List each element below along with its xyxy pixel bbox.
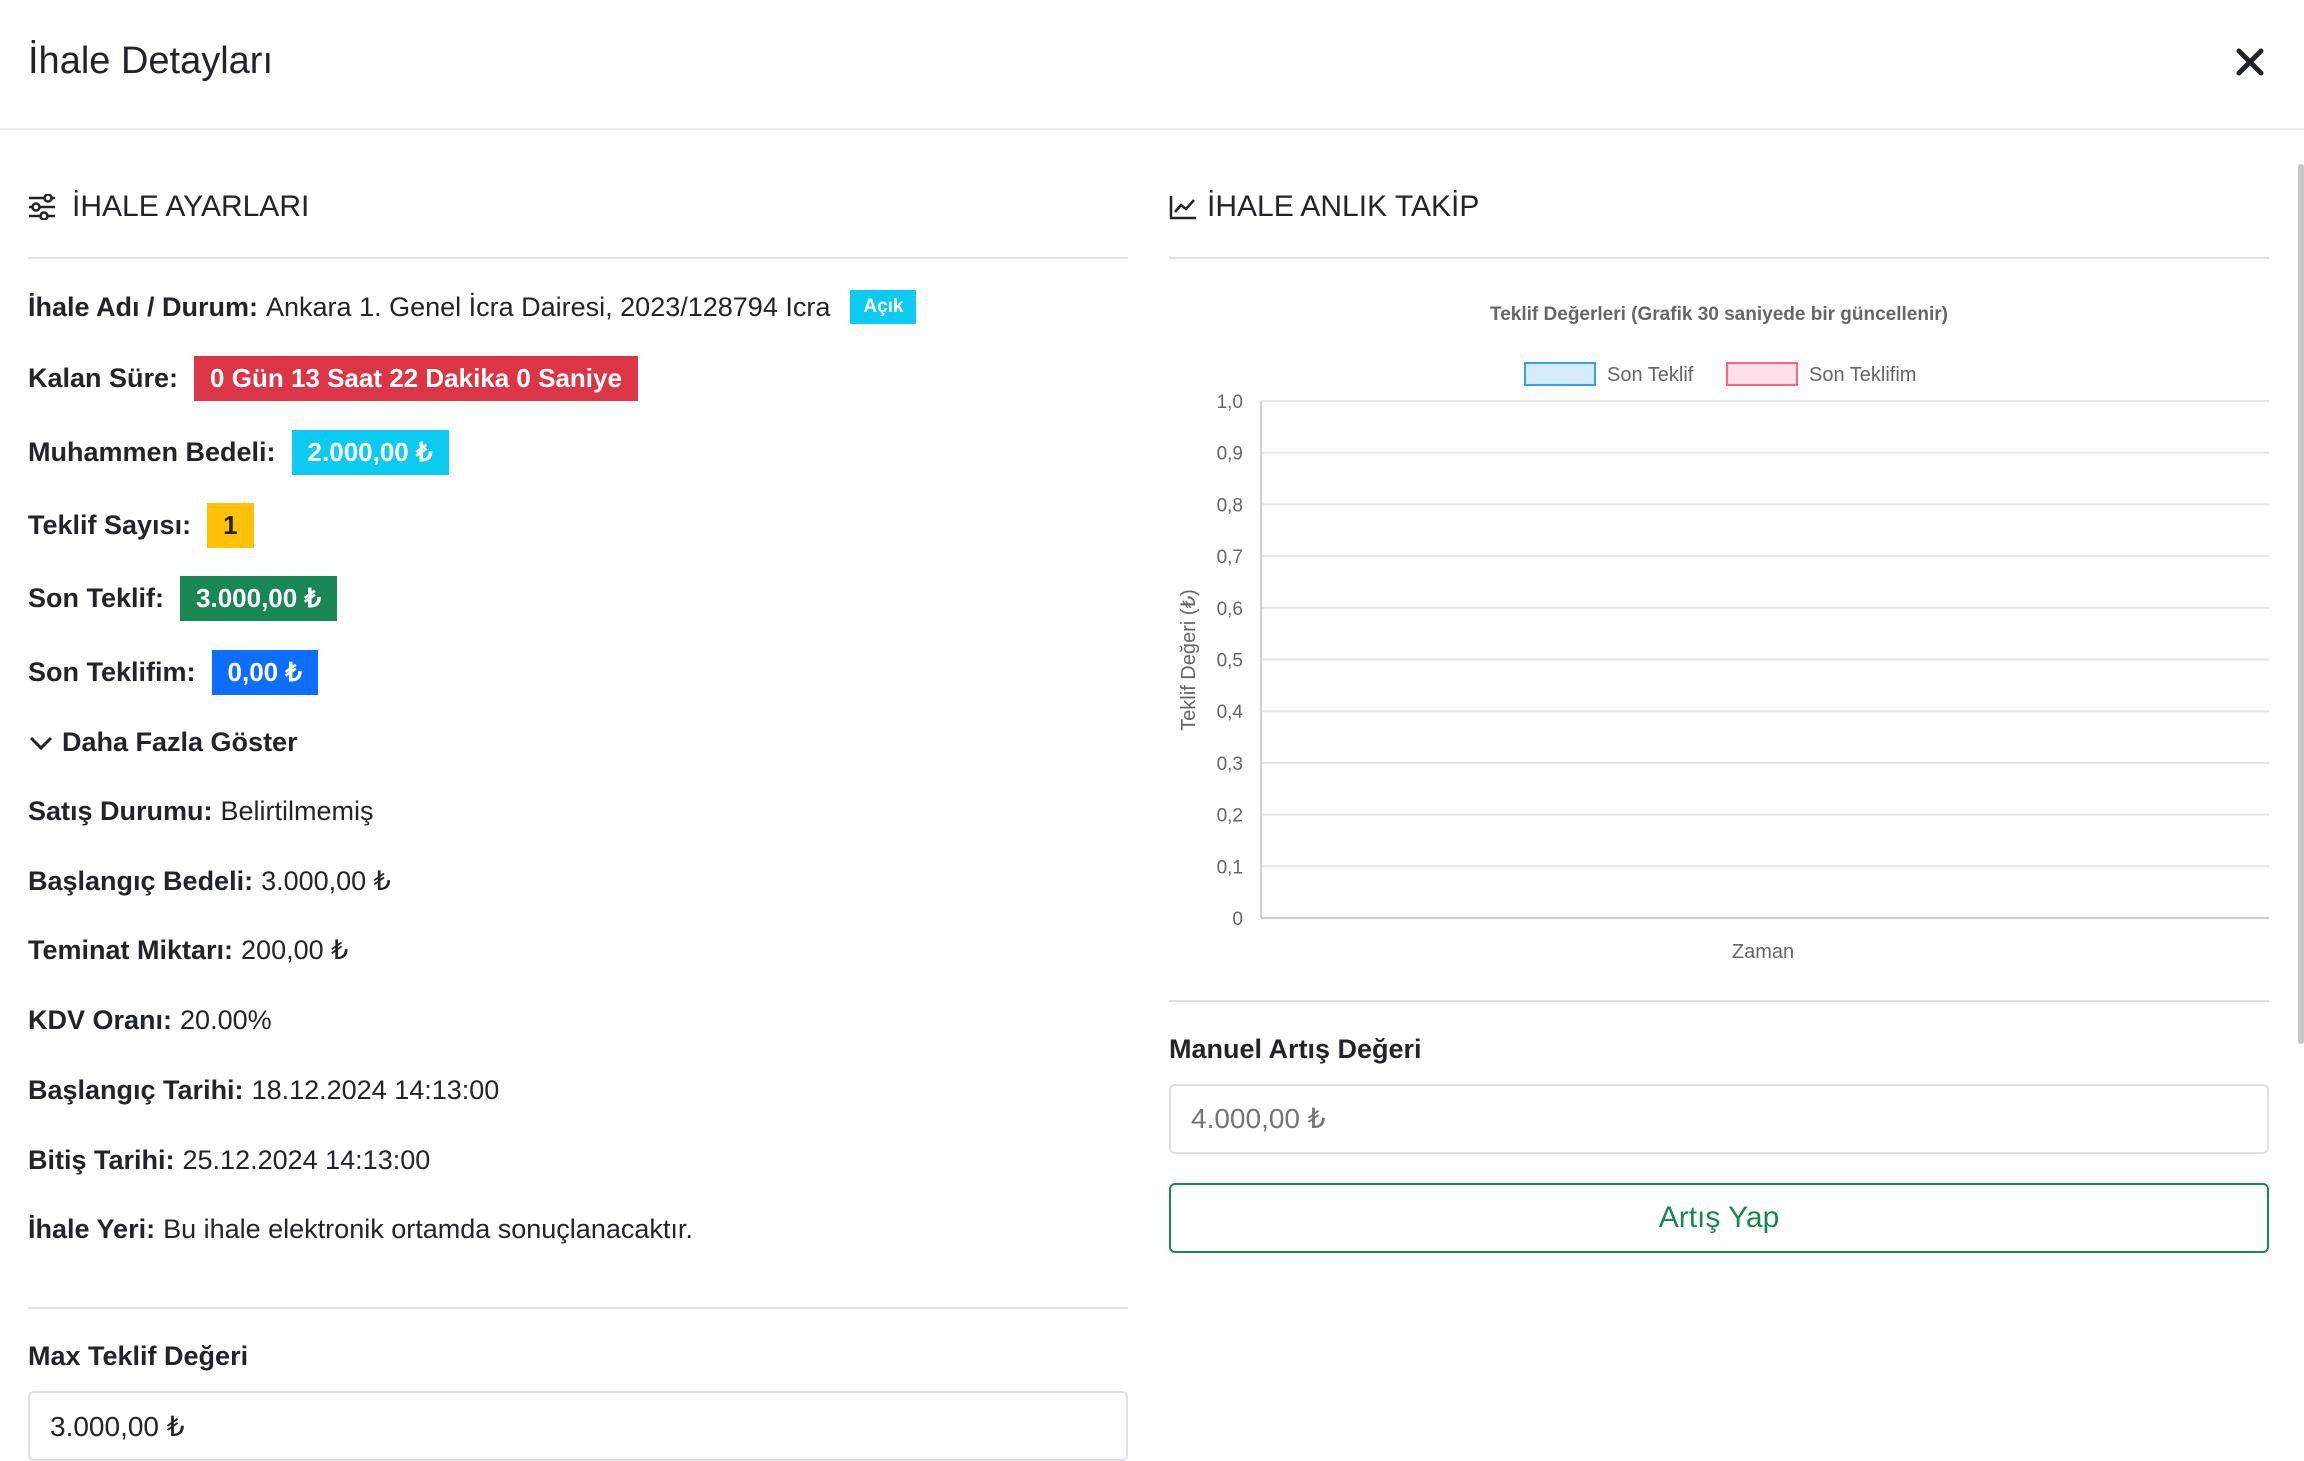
chevron-down-icon — [29, 736, 53, 750]
divider — [1169, 1000, 2269, 1002]
detail-label: KDV Oranı: — [28, 1005, 173, 1035]
show-more-label: Daha Fazla Göster — [62, 727, 298, 757]
detail-label: Teminat Miktarı: — [28, 935, 234, 965]
last-bid-row: Son Teklif: 3.000,00 ₺ — [28, 576, 337, 621]
my-last-bid-label: Son Teklifim: — [28, 657, 196, 687]
last-bid-label: Son Teklif: — [28, 583, 165, 613]
x-axis-label: Zaman — [1732, 941, 1794, 963]
y-axis-label: Teklif Değeri (₺) — [1178, 589, 1200, 731]
estimated-value-badge: 2.000,00 ₺ — [291, 430, 449, 475]
y-tick-label: 1,0 — [1217, 392, 1243, 413]
bid-count-label: Teklif Sayısı: — [28, 510, 192, 540]
tracking-title: İHALE ANLIK TAKİP — [1207, 190, 1480, 223]
detail-row: KDV Oranı: 20.00% — [28, 1005, 272, 1036]
max-bid-label: Max Teklif Değeri — [28, 1341, 249, 1371]
detail-value: 25.12.2024 14:13:00 — [182, 1145, 431, 1175]
max-bid-input[interactable]: 3.000,00 ₺ — [28, 1391, 1128, 1461]
legend-label: Son Teklif — [1607, 364, 1694, 386]
estimated-value-label: Muhammen Bedeli: — [28, 437, 276, 467]
divider — [28, 1307, 1128, 1309]
remaining-time-badge: 0 Gün 13 Saat 22 Dakika 0 Saniye — [194, 356, 638, 401]
line-chart-icon — [1169, 196, 1196, 220]
chart-y-ticks: 0 0,1 0,2 0,3 0,4 0,5 0,6 0,7 0,8 0,9 1,0 — [1217, 392, 1244, 930]
estimated-value-row: Muhammen Bedeli: 2.000,00 ₺ — [28, 430, 449, 475]
detail-value: 20.00% — [180, 1005, 272, 1035]
modal-header: İhale Detayları — [0, 0, 2304, 130]
bid-count-badge: 1 — [207, 503, 254, 548]
settings-section-title: İHALE AYARLARI — [28, 190, 309, 224]
my-last-bid-badge: 0,00 ₺ — [211, 650, 318, 695]
y-tick-label: 0,3 — [1217, 754, 1243, 775]
close-icon[interactable] — [2232, 44, 2268, 80]
y-tick-label: 0 — [1232, 909, 1243, 930]
detail-label: Satış Durumu: — [28, 796, 213, 826]
last-bid-badge: 3.000,00 ₺ — [180, 576, 337, 621]
status-badge: Açık — [850, 290, 917, 324]
detail-row: Satış Durumu: Belirtilmemiş — [28, 796, 374, 827]
y-tick-label: 0,5 — [1217, 651, 1243, 672]
chart-legend: Son Teklif Son Teklifim — [1524, 362, 1916, 386]
chart-grid — [1261, 400, 2269, 868]
detail-label: Başlangıç Bedeli: — [28, 866, 254, 896]
modal-title: İhale Detayları — [28, 40, 274, 82]
y-tick-label: 0,9 — [1217, 444, 1243, 465]
legend-swatch — [1726, 362, 1798, 386]
y-tick-label: 0,7 — [1217, 547, 1243, 568]
divider — [28, 257, 1128, 259]
detail-value: Belirtilmemiş — [220, 796, 374, 826]
increase-button[interactable]: Artış Yap — [1169, 1183, 2269, 1253]
my-last-bid-row: Son Teklifim: 0,00 ₺ — [28, 650, 318, 695]
legend-swatch — [1524, 362, 1596, 386]
scrollbar[interactable] — [2298, 164, 2304, 1044]
tender-name-row: İhale Adı / Durum: Ankara 1. Genel İcra … — [28, 290, 917, 324]
settings-title: İHALE AYARLARI — [72, 190, 310, 223]
detail-row: Başlangıç Bedeli: 3.000,00 ₺ — [28, 866, 391, 897]
y-tick-label: 0,2 — [1217, 806, 1243, 827]
manual-increase-input[interactable] — [1169, 1084, 2269, 1154]
detail-label: İhale Yeri: — [28, 1214, 156, 1244]
detail-value: 18.12.2024 14:13:00 — [251, 1075, 500, 1105]
detail-label: Başlangıç Tarihi: — [28, 1075, 244, 1105]
manual-increase-label: Manuel Artış Değeri — [1169, 1034, 1422, 1064]
bid-count-row: Teklif Sayısı: 1 — [28, 503, 254, 548]
y-tick-label: 0,4 — [1217, 702, 1244, 723]
detail-label: Bitiş Tarihi: — [28, 1145, 175, 1175]
detail-value: 200,00 ₺ — [241, 935, 349, 965]
y-tick-label: 0,1 — [1217, 857, 1243, 878]
chart-title: Teklif Değerleri (Grafik 30 saniyede bir… — [1490, 304, 1948, 325]
remaining-time-row: Kalan Süre: 0 Gün 13 Saat 22 Dakika 0 Sa… — [28, 356, 638, 401]
tender-name-value: Ankara 1. Genel İcra Dairesi, 2023/12879… — [266, 291, 831, 322]
tracking-section-title: İHALE ANLIK TAKİP — [1169, 190, 1479, 224]
detail-row: İhale Yeri: Bu ihale elektronik ortamda … — [28, 1214, 693, 1245]
show-more-toggle[interactable]: Daha Fazla Göster — [28, 727, 298, 758]
bid-chart: Teklif Değerleri (Grafik 30 saniyede bir… — [1178, 304, 2269, 963]
y-tick-label: 0,6 — [1217, 599, 1243, 620]
y-tick-label: 0,8 — [1217, 495, 1243, 516]
detail-value: Bu ihale elektronik ortamda sonuçlanacak… — [163, 1214, 693, 1244]
detail-row: Teminat Miktarı: 200,00 ₺ — [28, 935, 348, 966]
legend-label: Son Teklifim — [1809, 364, 1916, 386]
tender-name-label: İhale Adı / Durum: — [28, 291, 259, 322]
divider — [1169, 257, 2269, 259]
detail-row: Bitiş Tarihi: 25.12.2024 14:13:00 — [28, 1145, 430, 1176]
sliders-icon — [29, 194, 55, 220]
detail-value: 3.000,00 ₺ — [261, 866, 391, 896]
remaining-time-label: Kalan Süre: — [28, 363, 179, 393]
detail-row: Başlangıç Tarihi: 18.12.2024 14:13:00 — [28, 1075, 499, 1106]
